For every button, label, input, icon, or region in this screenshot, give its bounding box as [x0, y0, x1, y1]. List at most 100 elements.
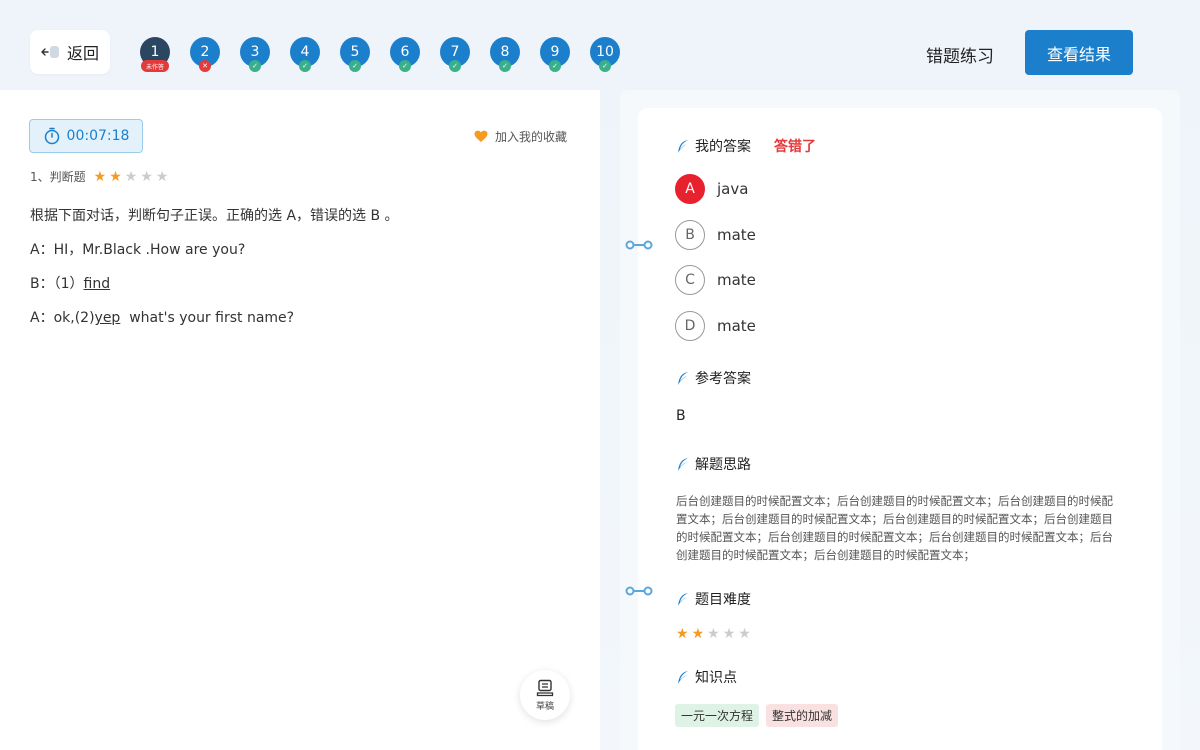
question-nav-8[interactable]: 8 ✓	[490, 37, 520, 72]
option-letter: A	[675, 174, 705, 204]
draft-icon	[536, 679, 554, 696]
wrong-status: 答错了	[774, 139, 816, 155]
check-icon: ✓	[349, 60, 361, 72]
dialog-text: B：（1）	[30, 276, 84, 292]
section-title: 解题思路	[695, 457, 751, 473]
favorite-label: 加入我的收藏	[495, 130, 568, 144]
difficulty-stars: ★ ★ ★ ★ ★	[676, 627, 751, 641]
star-icon: ★	[93, 168, 107, 185]
option-c[interactable]: C mate	[675, 265, 756, 295]
option-text: java	[717, 180, 749, 198]
question-nav-2[interactable]: 2 ✕	[190, 37, 220, 72]
question-navigator: 1 未作答 2 ✕ 3 ✓ 4 ✓ 5 ✓ 6 ✓ 7 ✓ 8 ✓ 9 ✓ 10…	[140, 37, 620, 72]
question-nav-1[interactable]: 1 未作答	[140, 37, 170, 72]
star-icon: ★	[155, 168, 169, 185]
knowledge-heading: 知识点	[676, 667, 737, 687]
question-number: 6	[400, 44, 410, 60]
knowledge-tag[interactable]: 一元一次方程	[675, 704, 760, 727]
answer-card	[638, 108, 1162, 750]
back-arrow-icon	[41, 44, 61, 60]
question-number: 4	[300, 44, 310, 60]
draft-label: 草稿	[535, 701, 554, 712]
page-title: 错题练习	[926, 47, 994, 67]
question-nav-7[interactable]: 7 ✓	[440, 37, 470, 72]
my-answer-heading: 我的答案	[676, 136, 751, 156]
option-b[interactable]: B mate	[675, 220, 756, 250]
option-text: mate	[717, 226, 756, 244]
question-number: 9	[550, 44, 560, 60]
star-icon: ★	[676, 626, 689, 642]
feather-icon	[678, 139, 688, 153]
knowledge-tag[interactable]: 整式的加减	[766, 704, 839, 727]
knowledge-tags: 一元一次方程 整式的加减	[675, 704, 839, 727]
question-number: 1	[150, 44, 160, 60]
binder-ring-icon	[625, 240, 653, 250]
analysis-text: 后台创建题目的时候配置文本；后台创建题目的时候配置文本；后台创建题目的时候配置文…	[676, 494, 1113, 562]
feather-icon	[678, 592, 688, 606]
underlined-word: yep	[94, 310, 121, 326]
draft-button[interactable]: 草稿	[520, 670, 570, 720]
underlined-word: find	[83, 276, 111, 292]
status-badge: 未作答	[141, 60, 169, 72]
option-a[interactable]: A java	[675, 174, 748, 204]
back-label: 返回	[66, 44, 99, 63]
feather-icon	[678, 670, 688, 684]
add-favorite-button[interactable]: 加入我的收藏	[474, 128, 567, 145]
star-icon: ★	[109, 168, 122, 185]
question-panel: 00:07:18 加入我的收藏 1、判断题 ★ ★ ★ ★ ★ 根据下面对话，判…	[0, 90, 600, 750]
check-icon: ✓	[249, 60, 261, 72]
check-icon: ✓	[499, 60, 511, 72]
dialog-line: A：HI，Mr.Black .How are you?	[30, 242, 246, 258]
dialog-line: A：ok,(2)yep what's your first name?	[30, 310, 570, 327]
section-title: 题目难度	[695, 592, 751, 608]
question-nav-6[interactable]: 6 ✓	[390, 37, 420, 72]
heart-icon	[474, 130, 488, 142]
question-nav-5[interactable]: 5 ✓	[340, 37, 370, 72]
timer: 00:07:18	[29, 119, 143, 153]
question-stem: 根据下面对话，判断句子正误。正确的选 A，错误的选 B 。	[30, 208, 399, 224]
dialog-line: B：（1）find	[30, 276, 570, 293]
stopwatch-icon	[44, 127, 59, 145]
question-number: 10	[596, 44, 614, 60]
analysis-heading: 解题思路	[676, 454, 751, 474]
option-letter: B	[675, 220, 705, 250]
star-icon: ★	[691, 626, 705, 642]
check-icon: ✓	[299, 60, 311, 72]
binder-ring-icon	[625, 586, 653, 596]
feather-icon	[678, 457, 688, 471]
check-icon: ✓	[449, 60, 461, 72]
question-type: 1、判断题	[30, 170, 86, 184]
reference-answer: B	[676, 408, 686, 424]
question-nav-10[interactable]: 10 ✓	[590, 37, 620, 72]
question-nav-4[interactable]: 4 ✓	[290, 37, 320, 72]
question-nav-9[interactable]: 9 ✓	[540, 37, 570, 72]
option-letter: C	[675, 265, 705, 295]
question-nav-3[interactable]: 3 ✓	[240, 37, 270, 72]
option-text: mate	[717, 271, 756, 289]
star-icon: ★	[738, 626, 751, 642]
timer-value: 00:07:18	[66, 128, 130, 144]
reference-answer-heading: 参考答案	[676, 368, 751, 388]
top-bar: 返回 1 未作答 2 ✕ 3 ✓ 4 ✓ 5 ✓ 6 ✓ 7 ✓ 8 ✓ 9 ✓…	[0, 0, 1200, 90]
option-d[interactable]: D mate	[675, 311, 756, 341]
difficulty-heading: 题目难度	[676, 589, 751, 609]
option-letter: D	[675, 311, 705, 341]
section-title: 参考答案	[695, 371, 751, 387]
check-icon: ✓	[399, 60, 411, 72]
dialog-text: what's your first name?	[120, 310, 295, 326]
star-icon: ★	[707, 626, 720, 642]
question-number: 2	[200, 44, 210, 60]
view-results-button[interactable]: 查看结果	[1025, 30, 1133, 75]
question-difficulty-stars: ★ ★ ★ ★ ★	[94, 170, 169, 184]
wrong-icon: ✕	[199, 60, 211, 72]
feather-icon	[678, 371, 688, 385]
back-button[interactable]: 返回	[30, 30, 110, 74]
question-number: 5	[350, 44, 360, 60]
star-icon: ★	[140, 168, 153, 185]
star-icon: ★	[722, 626, 736, 642]
option-text: mate	[717, 317, 756, 335]
star-icon: ★	[124, 168, 138, 185]
question-number: 8	[500, 44, 510, 60]
check-icon: ✓	[549, 60, 561, 72]
dialog-text: A：ok,(2)	[30, 310, 95, 326]
